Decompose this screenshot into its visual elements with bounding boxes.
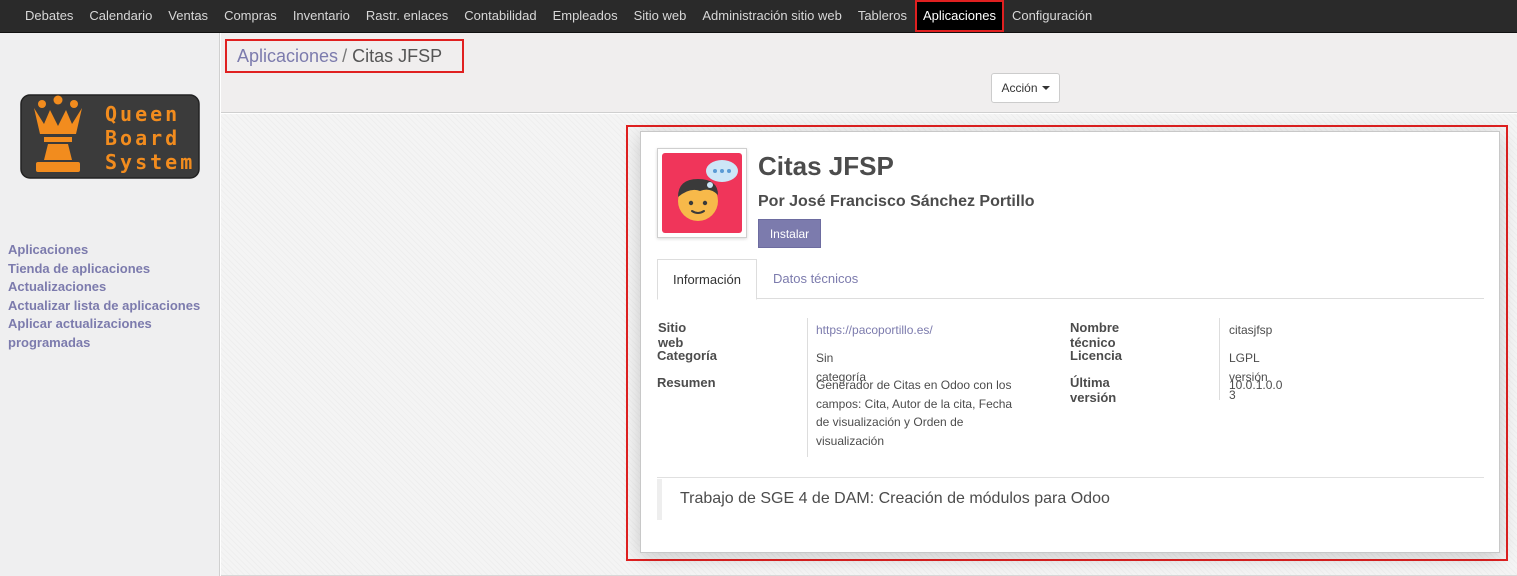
website-label: Sitio web [658,320,687,350]
breadcrumb-current: Citas JFSP [352,45,443,66]
menu-inventario[interactable]: Inventario [285,0,358,32]
caret-down-icon [1041,86,1050,90]
website-link[interactable]: https://pacoportillo.es/ [816,321,933,340]
menu-administracion-sitio-web[interactable]: Administración sitio web [694,0,849,32]
license-label: Licencia [1070,348,1123,363]
sidebar-item-actualizaciones[interactable]: Actualizaciones [8,278,213,297]
menu-aplicaciones[interactable]: Aplicaciones [914,0,1004,32]
sidebar: Queen Board System Aplicaciones Tienda d… [0,33,220,576]
logo-text-line1: Queen [105,102,180,126]
action-button-label: Acción [1001,81,1038,95]
version-label: Última versión [1070,375,1117,405]
breadcrumb-separator: / [342,45,348,66]
summary-line: Generador de Citas en Odoo con los [816,378,1012,392]
tab-datos-tecnicos[interactable]: Datos técnicos [758,259,873,300]
field-separator [807,318,808,457]
install-button[interactable]: Instalar [758,219,821,248]
menu-ventas[interactable]: Ventas [160,0,216,32]
breadcrumb-parent-link[interactable]: Aplicaciones [237,46,338,67]
form-sheet: Citas JFSP Por José Francisco Sánchez Po… [640,131,1500,553]
menu-debates[interactable]: Debates [17,0,81,32]
version-value: 10.0.1.0.0 [1229,378,1283,392]
main-menu: Debates Calendario Ventas Compras Invent… [17,0,1100,32]
module-description: Trabajo de SGE 4 de DAM: Creación de mód… [657,479,1484,520]
sidebar-menu: Aplicaciones Tienda de aplicaciones Actu… [8,241,213,353]
menu-tableros[interactable]: Tableros [850,0,915,32]
menu-empleados[interactable]: Empleados [545,0,626,32]
sidebar-item-aplicar-actualizaciones-cont[interactable]: programadas [8,334,213,353]
summary-label: Resumen [657,375,716,390]
tab-informacion[interactable]: Información [657,259,757,300]
summary-line: visualización [816,433,885,448]
sidebar-item-aplicar-actualizaciones[interactable]: Aplicar actualizaciones [8,315,213,334]
module-title: Citas JFSP [758,151,894,181]
menu-sitio-web[interactable]: Sitio web [626,0,695,32]
menu-compras[interactable]: Compras [216,0,285,32]
summary-line: de visualización y Orden de [816,415,964,430]
top-navbar: Debates Calendario Ventas Compras Invent… [0,0,1517,33]
breadcrumb: Aplicaciones / Citas JFSP [225,39,464,73]
action-dropdown-button[interactable]: Acción [991,73,1060,103]
category-label: Categoría [657,348,717,363]
menu-contabilidad[interactable]: Contabilidad [456,0,544,32]
sidebar-item-actualizar-lista[interactable]: Actualizar lista de aplicaciones [8,297,213,316]
logo-text-line3: System [105,150,195,174]
app-icon-frame [657,148,747,238]
technical-name-value: citasjfsp [1229,323,1273,337]
main-content: Citas JFSP Por José Francisco Sánchez Po… [221,114,1517,576]
logo-text-line2: Board [105,126,180,150]
sidebar-item-tienda-de-aplicaciones[interactable]: Tienda de aplicaciones [8,260,213,279]
menu-calendario[interactable]: Calendario [81,0,160,32]
field-separator [1219,318,1220,400]
menu-rastr-enlaces[interactable]: Rastr. enlaces [358,0,456,32]
summary-value: Generador de Citas en Odoo con los campo… [816,376,1056,450]
summary-line: campos: Cita, Autor de la cita, Fecha [816,396,1013,411]
menu-configuracion[interactable]: Configuración [1004,0,1100,32]
description-divider [657,477,1484,478]
notebook-tabs: Información Datos técnicos [657,259,1484,300]
technical-name-label: Nombre técnico [1070,320,1120,350]
company-logo[interactable]: Queen Board System [20,94,200,179]
control-panel: Aplicaciones / Citas JFSP Acción [221,33,1517,113]
module-author: Por José Francisco Sánchez Portillo [758,193,1035,210]
module-icon [662,153,742,233]
sidebar-item-aplicaciones[interactable]: Aplicaciones [8,241,213,260]
